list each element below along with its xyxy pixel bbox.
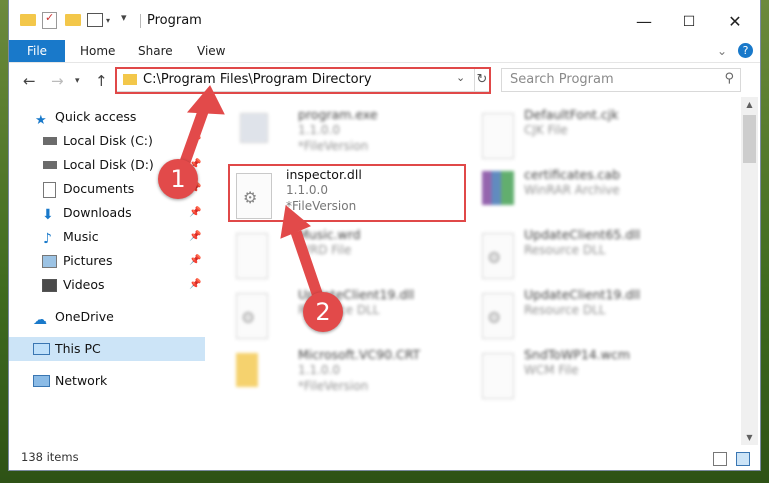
arrow-1-head: [186, 85, 225, 115]
step-badge-2: 2: [303, 292, 343, 332]
annotation-arrows: [174, 85, 328, 310]
step-badge-1: 1: [158, 159, 198, 199]
